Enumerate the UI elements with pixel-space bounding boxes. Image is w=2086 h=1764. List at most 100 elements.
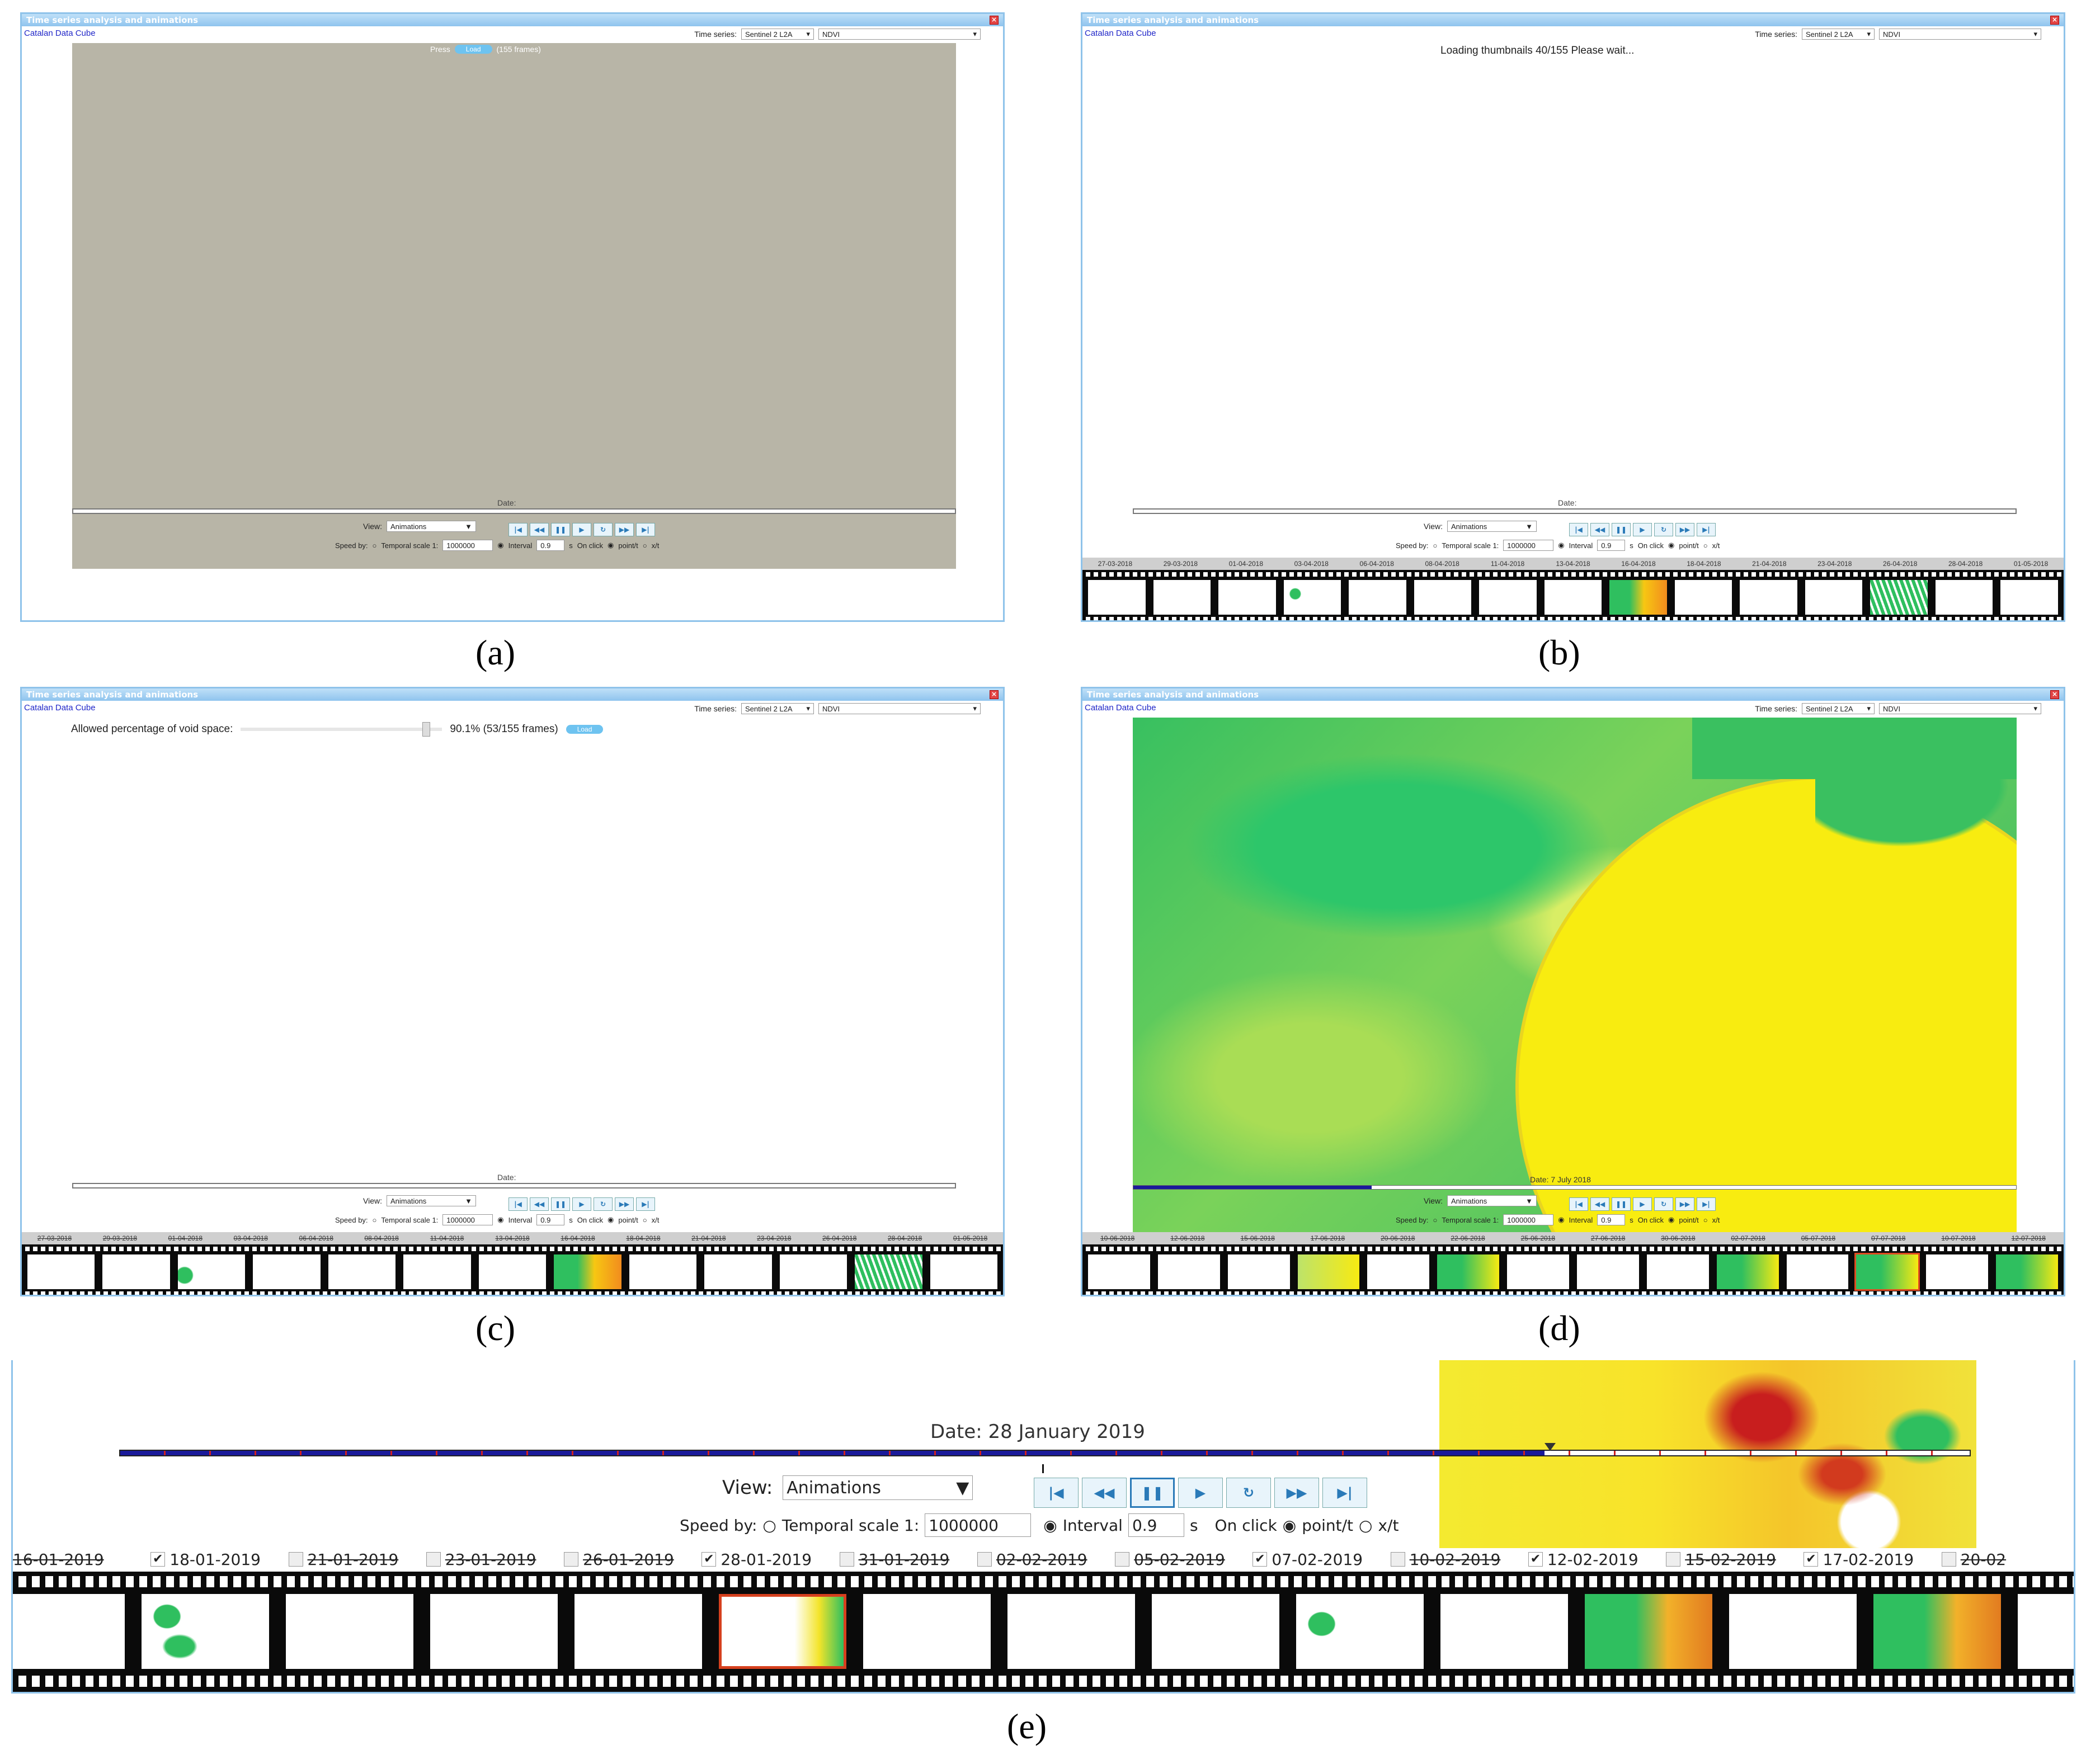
thumbnail[interactable] — [328, 1254, 396, 1289]
frame-date[interactable]: 29-03-2018 — [1148, 558, 1213, 570]
thumbnail[interactable] — [1088, 580, 1146, 615]
frame-date[interactable]: 16-01-2019 — [13, 1550, 104, 1569]
frame-date[interactable]: 13-04-2018 — [480, 1232, 545, 1244]
rewind-button[interactable]: ◀◀ — [530, 523, 549, 536]
thumbnail[interactable] — [1577, 1254, 1639, 1289]
frame-date[interactable]: 01-05-2018 — [938, 1232, 1003, 1244]
thumbnail[interactable] — [1996, 1254, 2059, 1289]
loop-button[interactable]: ↻ — [594, 523, 613, 536]
thumbnail[interactable] — [177, 1254, 246, 1289]
thumbnail[interactable] — [403, 1254, 471, 1289]
frame-date[interactable]: 26-04-2018 — [807, 1232, 872, 1244]
thumbnail[interactable] — [779, 1254, 847, 1289]
checkbox-icon[interactable] — [1666, 1552, 1681, 1567]
thumbnail[interactable] — [1088, 1254, 1150, 1289]
frame-date[interactable]: 21-04-2018 — [1736, 558, 1802, 570]
play-button[interactable]: ▶ — [1178, 1478, 1223, 1508]
frame-date[interactable]: 31-01-2019 — [859, 1550, 950, 1569]
interval-input[interactable]: 0.9 — [1597, 1214, 1626, 1225]
pause-button[interactable]: ❚❚ — [551, 1197, 570, 1211]
checkbox-icon[interactable] — [839, 1552, 854, 1567]
checkbox-checked-icon[interactable]: ✔ — [701, 1552, 717, 1567]
thumbnail[interactable] — [286, 1594, 413, 1669]
thumbnail[interactable] — [554, 1254, 621, 1289]
thumbnail[interactable] — [575, 1594, 702, 1669]
catalan-data-cube-link[interactable]: Catalan Data Cube — [24, 703, 96, 713]
sensor-select[interactable]: Sentinel 2 L2A ▾ — [741, 703, 814, 714]
point-t-radio[interactable]: ◉ — [608, 541, 614, 550]
play-button[interactable]: ▶ — [572, 1197, 591, 1211]
interval-input[interactable]: 0.9 — [536, 1214, 565, 1225]
checkbox-checked-icon[interactable]: ✔ — [1804, 1552, 1819, 1567]
scale-input[interactable]: 1000000 — [925, 1513, 1032, 1537]
checkbox-icon[interactable] — [426, 1552, 441, 1567]
frame-date[interactable]: 10-07-2018 — [1923, 1232, 1993, 1244]
temporal-scale-radio[interactable]: ○ — [1433, 541, 1438, 550]
thumbnail[interactable] — [855, 1254, 922, 1289]
thumbnail[interactable] — [1870, 580, 1928, 615]
sensor-select[interactable]: Sentinel 2 L2A ▾ — [1802, 29, 1875, 40]
frame-date[interactable]: 28-04-2018 — [1933, 558, 1998, 570]
view-select[interactable]: Animations ▼ — [1447, 1195, 1537, 1206]
point-t-radio[interactable]: ◉ — [1668, 1215, 1674, 1224]
load-button[interactable]: Load — [566, 725, 604, 734]
point-t-radio[interactable]: ◉ — [1668, 541, 1674, 550]
play-button[interactable]: ▶ — [1633, 1197, 1652, 1211]
frame-date[interactable]: 27-03-2018 — [22, 1232, 87, 1244]
thumbnail[interactable] — [1786, 1254, 1849, 1289]
first-frame-button[interactable]: |◀ — [1569, 1197, 1588, 1211]
index-select[interactable]: NDVI ▾ — [1879, 29, 2041, 40]
frame-date[interactable]: 23-01-2019 — [445, 1550, 536, 1569]
frame-date[interactable]: 23-04-2018 — [741, 1232, 807, 1244]
frame-date[interactable]: 29-03-2018 — [87, 1232, 153, 1244]
frame-date[interactable]: 26-04-2018 — [1867, 558, 1933, 570]
thumbnail[interactable] — [1479, 580, 1537, 615]
interval-input[interactable]: 0.9 — [536, 540, 565, 551]
sensor-select[interactable]: Sentinel 2 L2A ▾ — [741, 29, 814, 40]
temporal-scale-radio[interactable]: ○ — [762, 1516, 776, 1535]
thumbnail[interactable] — [1153, 580, 1211, 615]
thumbnail[interactable] — [478, 1254, 547, 1289]
frame-date[interactable]: 17-06-2018 — [1293, 1232, 1363, 1244]
frame-date[interactable]: 28-04-2018 — [872, 1232, 938, 1244]
thumbnail[interactable] — [1585, 1594, 1712, 1669]
thumbnail[interactable] — [1646, 1254, 1709, 1289]
interval-radio[interactable]: ◉ — [1558, 541, 1564, 550]
frame-date[interactable]: 01-05-2018 — [1998, 558, 2064, 570]
thumbnail[interactable] — [1674, 580, 1732, 615]
frame-date[interactable]: 03-04-2018 — [218, 1232, 284, 1244]
rewind-button[interactable]: ◀◀ — [1082, 1478, 1127, 1508]
thumbnail-selected[interactable] — [719, 1594, 846, 1669]
frame-date[interactable]: 12-06-2018 — [1152, 1232, 1222, 1244]
point-t-radio[interactable]: ◉ — [1283, 1516, 1296, 1535]
thumbnail[interactable] — [1609, 580, 1667, 615]
first-frame-button[interactable]: |◀ — [1569, 523, 1588, 536]
thumbnail[interactable] — [102, 1254, 170, 1289]
frame-date[interactable]: 10-06-2018 — [1082, 1232, 1152, 1244]
frame-date[interactable]: 10-02-2019 — [1410, 1550, 1501, 1569]
checkbox-checked-icon[interactable]: ✔ — [1252, 1552, 1268, 1567]
frame-date[interactable]: 20-06-2018 — [1363, 1232, 1433, 1244]
thumbnail[interactable] — [1873, 1594, 2001, 1669]
thumbnail[interactable] — [2000, 580, 2058, 615]
frame-date[interactable]: 02-02-2019 — [996, 1550, 1087, 1569]
thumbnail[interactable] — [1007, 1594, 1135, 1669]
point-t-radio[interactable]: ◉ — [608, 1215, 614, 1224]
thumbnail[interactable] — [629, 1254, 697, 1289]
first-frame-button[interactable]: |◀ — [508, 523, 528, 536]
frame-date[interactable]: 12-07-2018 — [1994, 1232, 2064, 1244]
checkbox-icon[interactable] — [1941, 1552, 1956, 1567]
close-button[interactable]: × — [990, 690, 999, 699]
thumbnail[interactable] — [1544, 580, 1602, 615]
frame-date[interactable]: 05-02-2019 — [1134, 1550, 1225, 1569]
play-button[interactable]: ▶ — [1633, 523, 1652, 536]
index-select[interactable]: NDVI ▾ — [818, 703, 981, 714]
interval-input[interactable]: 0.9 — [1128, 1513, 1184, 1537]
temporal-scale-radio[interactable]: ○ — [373, 1216, 377, 1224]
thumbnail[interactable] — [1740, 580, 1797, 615]
frame-date[interactable]: 15-06-2018 — [1223, 1232, 1293, 1244]
last-frame-button[interactable]: ▶| — [1697, 523, 1716, 536]
frame-date[interactable]: 23-04-2018 — [1802, 558, 1867, 570]
x-t-radio[interactable]: ○ — [1703, 1216, 1708, 1224]
thumbnail[interactable] — [253, 1254, 321, 1289]
